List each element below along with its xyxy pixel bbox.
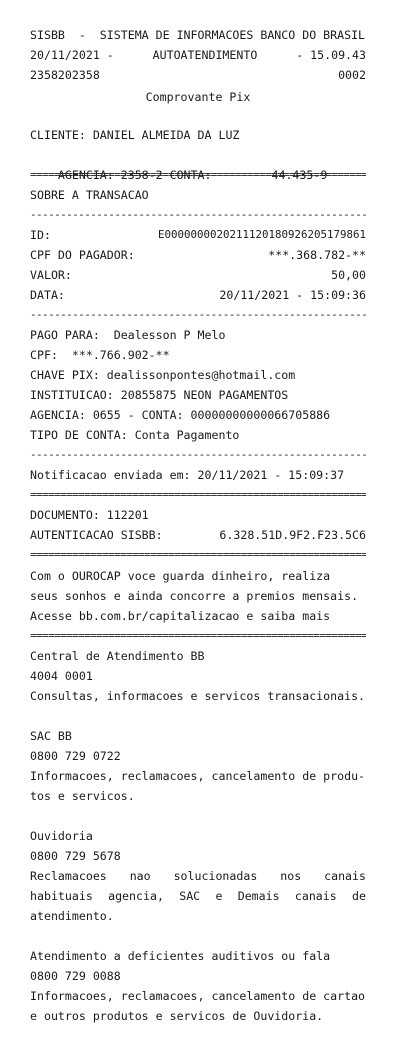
separator-double: ========================================… — [30, 629, 366, 642]
deficientes-phone: 0800 729 0088 — [30, 969, 121, 983]
separator-single: ----------------------------------------… — [30, 448, 366, 461]
transaction-cpf-label: CPF DO PAGADOR: — [30, 248, 135, 262]
ourocap-line-1: Com o OUROCAP voce guarda dinheiro, real… — [30, 569, 331, 583]
header-time: - 15.09.43 — [296, 48, 366, 62]
authentication-label: AUTENTICACAO SISBB: — [30, 528, 163, 542]
deficientes-title: Atendimento a deficientes auditivos ou f… — [30, 949, 331, 963]
header-date-row: 20/11/2021 - AUTOATENDIMENTO - 15.09.43 — [30, 45, 366, 65]
transaction-section-title: SOBRE A TRANSACAO — [30, 188, 149, 202]
separator-double: ========================================… — [30, 548, 366, 561]
authentication-value: 6.328.51D.9F2.F23.5C6 — [219, 528, 366, 542]
transaction-id-row: ID: E0000000020211120180926205179861 — [30, 225, 366, 245]
ourocap-line-2: seus sonhos e ainda concorre a premios m… — [30, 589, 359, 603]
header-system-title: SISBB - SISTEMA DE INFORMACOES BANCO DO … — [30, 28, 366, 42]
client-name: CLIENTE: DANIEL ALMEIDA DA LUZ — [30, 128, 240, 142]
transaction-id-label: ID: — [30, 228, 51, 242]
header-mode: AUTOATENDIMENTO — [152, 48, 258, 62]
pix-receipt: SISBB - SISTEMA DE INFORMACOES BANCO DO … — [0, 0, 400, 1040]
ourocap-line-3: Acesse bb.com.br/capitalizacao e saiba m… — [30, 609, 331, 623]
payee-cpf: CPF: ***.766.902-** — [30, 348, 170, 362]
deficientes-description-2: e outros produtos e servicos de Ouvidori… — [30, 1009, 324, 1023]
header-code-row: 2358202358 0002 — [30, 65, 366, 85]
transaction-data-label: DATA: — [30, 288, 65, 302]
separator-double: ========================================… — [30, 168, 366, 181]
notification-line: Notificacao enviada em: 20/11/2021 - 15:… — [30, 468, 345, 482]
separator-double: ========================================… — [30, 488, 366, 501]
transaction-valor-label: VALOR: — [30, 268, 72, 282]
payee-agency-account: AGENCIA: 0655 - CONTA: 00000000000066705… — [30, 408, 331, 422]
client-agency-row: AGENCIA: 2358-2 CONTA: 44.435-9 — [30, 145, 366, 182]
transaction-valor-row: VALOR: 50,00 — [30, 265, 366, 285]
transaction-data-value: 20/11/2021 - 15:09:36 — [219, 288, 366, 302]
deficientes-description-1: Informacoes, reclamacoes, cancelamento d… — [30, 989, 366, 1003]
ouvidoria-description-2: habituais agencia, SAC e Demais canais d… — [30, 889, 366, 903]
header-code-left: 2358202358 — [30, 68, 100, 82]
payee-name: PAGO PARA: Dealesson P Melo — [30, 328, 226, 342]
transaction-cpf-value: ***.368.782-** — [268, 248, 366, 262]
central-title: Central de Atendimento BB — [30, 649, 205, 663]
transaction-data-row: DATA: 20/11/2021 - 15:09:36 — [30, 285, 366, 305]
sac-description-2: tos e servicos. — [30, 789, 135, 803]
separator-single: ----------------------------------------… — [30, 308, 366, 321]
document-number: DOCUMENTO: 112201 — [30, 508, 149, 522]
ouvidoria-title: Ouvidoria — [30, 829, 93, 843]
sac-phone: 0800 729 0722 — [30, 749, 121, 763]
payee-institution: INSTITUICAO: 20855875 NEON PAGAMENTOS — [30, 388, 289, 402]
ouvidoria-phone: 0800 729 5678 — [30, 849, 121, 863]
sac-title: SAC BB — [30, 729, 72, 743]
transaction-valor-value: 50,00 — [331, 268, 366, 282]
receipt-title: Comprovante Pix — [145, 90, 251, 104]
header-date: 20/11/2021 - — [30, 48, 114, 62]
central-description: Consultas, informacoes e servicos transa… — [30, 689, 366, 703]
authentication-row: AUTENTICACAO SISBB: 6.328.51D.9F2.F23.5C… — [30, 525, 366, 545]
ouvidoria-description-1: Reclamacoes nao solucionadas nos canais — [30, 869, 366, 883]
ouvidoria-description-3: atendimento. — [30, 909, 114, 923]
payee-account-type: TIPO DE CONTA: Conta Pagamento — [30, 428, 240, 442]
central-phone: 4004 0001 — [30, 669, 93, 683]
separator-single: ----------------------------------------… — [30, 208, 366, 221]
transaction-cpf-row: CPF DO PAGADOR: ***.368.782-** — [30, 245, 366, 265]
transaction-id-value: E0000000020211120180926205179861 — [157, 228, 366, 241]
payee-pix-key: CHAVE PIX: dealissonpontes@hotmail.com — [30, 368, 296, 382]
header-code-right: 0002 — [338, 68, 366, 82]
sac-description-1: Informacoes, reclamacoes, cancelamento d… — [30, 769, 366, 783]
